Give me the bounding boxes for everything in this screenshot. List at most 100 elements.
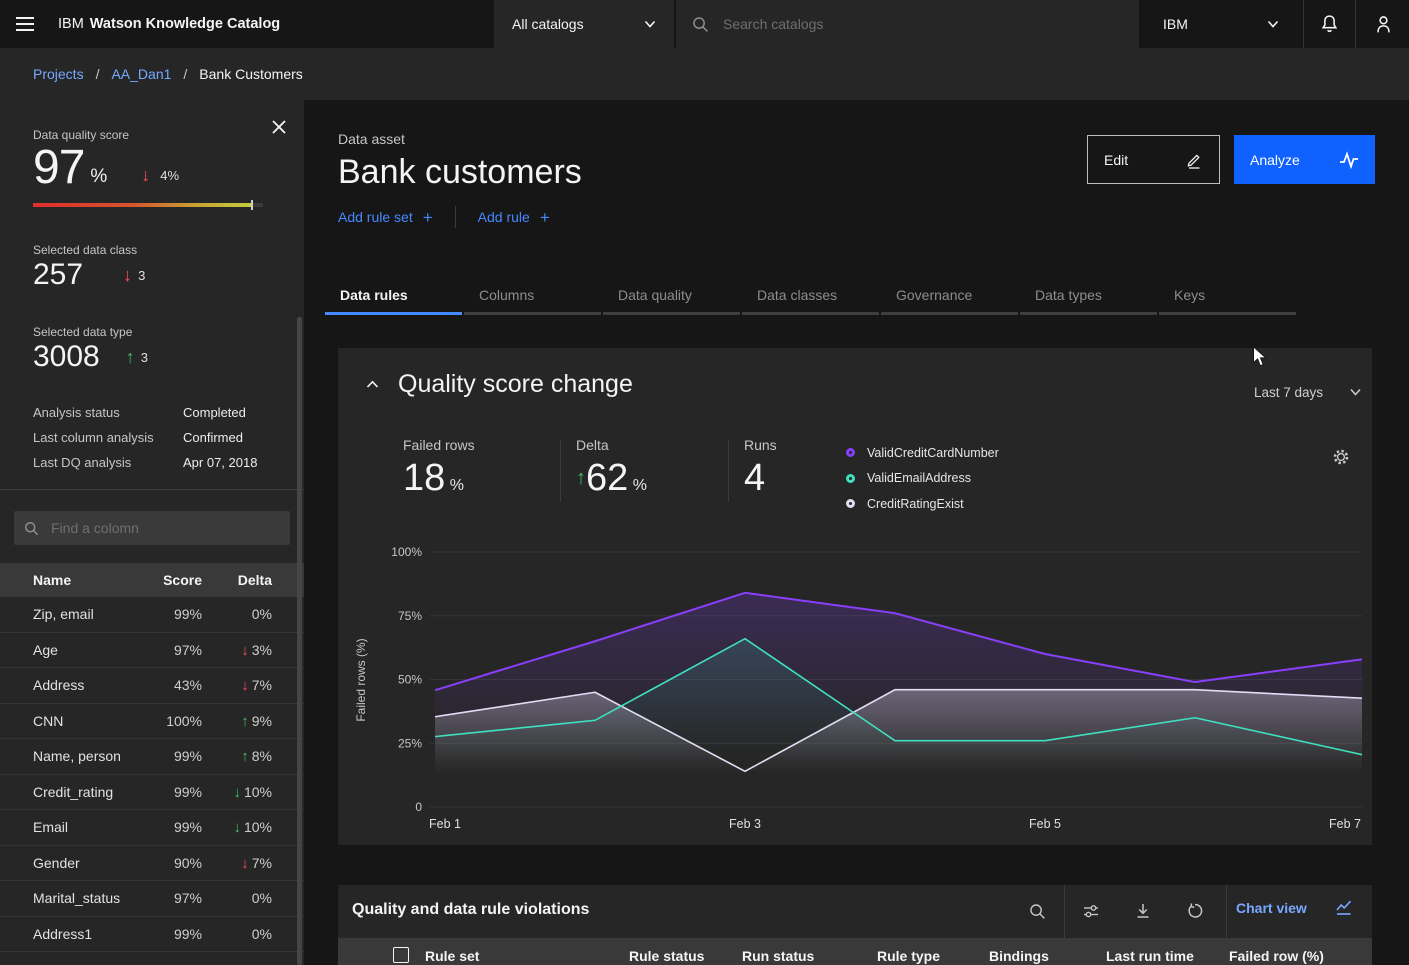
sidebar-divider — [0, 489, 304, 490]
column-name: Address1 — [33, 926, 146, 942]
notifications-button[interactable] — [1304, 0, 1356, 48]
delta-arrow-icon: ↓ — [241, 855, 249, 872]
violations-table-header: Rule setRule statusRun statusRule typeBi… — [338, 938, 1372, 965]
stat-label: Failed rows — [403, 437, 475, 453]
column-score: 99% — [146, 926, 202, 942]
stat-value: 62 — [586, 457, 628, 499]
analysis-row: Analysis statusCompleted — [33, 400, 273, 425]
table-row[interactable]: Gender90%↓7% — [0, 846, 304, 882]
time-range-dropdown[interactable]: Last 7 days — [1212, 378, 1362, 406]
quality-score-line-chart[interactable]: 100%75%50%25%0Feb 1Feb 3Feb 5Feb 7Failed… — [338, 531, 1372, 843]
add-rule-set-link[interactable]: Add rule set + — [338, 209, 433, 226]
header-search — [675, 0, 1139, 48]
asset-eyebrow: Data asset — [338, 131, 405, 147]
tab-label: Data quality — [618, 287, 692, 303]
tab-keys[interactable]: Keys — [1159, 279, 1296, 315]
table-row[interactable]: Email99%↓10% — [0, 810, 304, 846]
table-row[interactable]: ↑ — [0, 952, 304, 965]
column-score: 99% — [146, 819, 202, 835]
select-all-checkbox[interactable] — [393, 947, 409, 963]
add-rule-link[interactable]: Add rule + — [478, 209, 550, 226]
legend-item[interactable]: ValidCreditCardNumber — [846, 440, 999, 466]
legend-label: ValidEmailAddress — [867, 471, 971, 485]
account-dropdown[interactable]: IBM — [1139, 0, 1304, 48]
legend-label: ValidCreditCardNumber — [867, 446, 999, 460]
data-class-value: 257 — [33, 260, 83, 290]
stat-value: 18 — [403, 457, 445, 499]
data-class-arrow-icon: ↓ — [123, 266, 132, 284]
tab-data-types[interactable]: Data types — [1020, 279, 1157, 315]
stat-label: Runs — [744, 437, 777, 453]
column-search — [14, 511, 290, 545]
tab-data-quality[interactable]: Data quality — [603, 279, 740, 315]
tab-governance[interactable]: Governance — [881, 279, 1018, 315]
score-gauge-marker — [251, 200, 253, 210]
table-row[interactable]: Address43%↓7% — [0, 668, 304, 704]
legend-item[interactable]: CreditRatingExist — [846, 491, 999, 517]
table-row[interactable]: Marital_status97%0% — [0, 881, 304, 917]
close-icon[interactable] — [270, 118, 290, 138]
col-header-delta: Delta — [202, 572, 272, 588]
menu-hamburger-icon[interactable] — [14, 13, 36, 35]
collapse-caret-icon[interactable] — [366, 380, 379, 389]
analysis-value: Completed — [183, 405, 246, 420]
tab-underline — [464, 312, 601, 315]
edit-button[interactable]: Edit — [1087, 135, 1220, 184]
catalog-dropdown[interactable]: All catalogs — [494, 0, 674, 48]
tab-label: Keys — [1174, 287, 1205, 303]
chart-view-label: Chart view — [1236, 900, 1307, 916]
legend-item[interactable]: ValidEmailAddress — [846, 466, 999, 492]
table-row[interactable]: CNN100%↑9% — [0, 704, 304, 740]
tab-underline — [742, 312, 879, 315]
search-catalogs-input[interactable] — [721, 15, 1101, 33]
table-row[interactable]: Address199%0% — [0, 917, 304, 953]
find-column-input[interactable] — [49, 519, 269, 537]
analyze-button[interactable]: Analyze — [1234, 135, 1375, 184]
violations-search-button[interactable] — [1017, 891, 1057, 931]
tab-underline — [881, 312, 1018, 315]
delta-arrow-icon: ↓ — [233, 784, 241, 801]
data-class-label: Selected data class — [33, 243, 137, 257]
violations-download-button[interactable] — [1123, 891, 1163, 931]
data-quality-sidebar: Data quality score 97 % ↓ 4% Selected da… — [0, 100, 304, 965]
x-axis-tick: Feb 7 — [1329, 817, 1361, 831]
analysis-value: Confirmed — [183, 430, 243, 445]
tab-columns[interactable]: Columns — [464, 279, 601, 315]
score-unit: % — [90, 166, 107, 192]
gear-icon[interactable] — [1332, 448, 1350, 466]
chart-view-toggle[interactable]: Chart view — [1236, 899, 1353, 916]
column-name: CNN — [33, 713, 146, 729]
stat-value: 4 — [744, 457, 765, 499]
product-prefix: IBM — [58, 16, 84, 32]
y-axis-tick: 25% — [398, 736, 422, 750]
breadcrumb-project-name[interactable]: AA_Dan1 — [111, 66, 171, 82]
breadcrumb-projects[interactable]: Projects — [33, 66, 84, 82]
asset-tabs: Data rules Columns Data quality Data classe… — [325, 279, 1298, 315]
table-row[interactable]: Credit_rating99%↓10% — [0, 775, 304, 811]
stat-label: Delta — [576, 437, 647, 453]
column-table-body: Zip, email99%0%Age97%↓3%Address43%↓7%CNN… — [0, 597, 304, 965]
table-row[interactable]: Name, person99%↑8% — [0, 739, 304, 775]
tab-label: Data types — [1035, 287, 1102, 303]
tab-data-rules[interactable]: Data rules — [325, 279, 462, 315]
tab-label: Columns — [479, 287, 534, 303]
column-name: Gender — [33, 855, 146, 871]
quality-score-card: Quality score change Last 7 days Failed … — [338, 348, 1372, 845]
violations-filter-button[interactable] — [1071, 891, 1111, 931]
column-delta: ↓10% — [202, 819, 272, 835]
tab-data-classes[interactable]: Data classes — [742, 279, 879, 315]
column-delta: ↑9% — [202, 713, 272, 729]
links-divider — [455, 206, 456, 228]
delta-arrow-icon: ↓ — [241, 677, 249, 694]
column-score: 99% — [146, 748, 202, 764]
delta-arrow-icon: ↓ — [241, 642, 249, 659]
sidebar-scrollbar[interactable] — [297, 317, 302, 965]
score-delta-arrow-icon: ↓ — [141, 166, 150, 184]
plus-icon: + — [423, 209, 433, 226]
table-row[interactable]: Zip, email99%0% — [0, 597, 304, 633]
violations-title: Quality and data rule violations — [352, 901, 589, 919]
profile-button[interactable] — [1357, 0, 1409, 48]
violations-card: Quality and data rule violations Chart v… — [338, 885, 1372, 965]
violations-restart-button[interactable] — [1175, 891, 1215, 931]
table-row[interactable]: Age97%↓3% — [0, 633, 304, 669]
